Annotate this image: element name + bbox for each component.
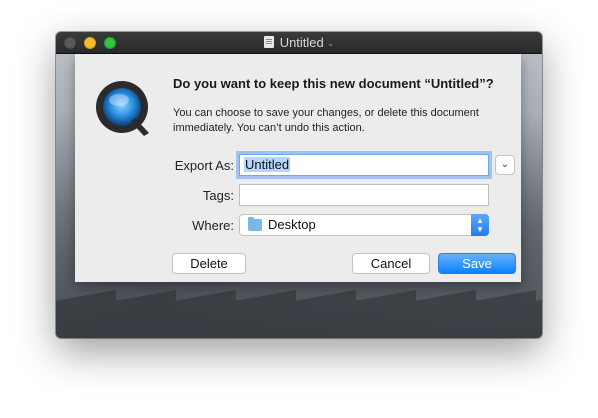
delete-button[interactable]: Delete xyxy=(172,253,246,274)
cancel-button[interactable]: Cancel xyxy=(352,253,430,274)
window-title[interactable]: Untitled ⌄ xyxy=(56,35,542,51)
export-as-field[interactable]: Untitled xyxy=(239,154,489,176)
tags-label: Tags: xyxy=(202,188,234,203)
folder-icon xyxy=(248,217,262,231)
export-as-label: Export As: xyxy=(174,158,234,173)
where-label: Where: xyxy=(192,218,234,233)
save-button[interactable]: Save xyxy=(438,253,516,274)
save-sheet: Do you want to keep this new document “U… xyxy=(75,54,521,282)
tags-field[interactable] xyxy=(239,184,489,206)
updown-arrows-icon: ▲ ▼ xyxy=(471,214,489,236)
quicktime-icon xyxy=(96,81,149,136)
where-value: Desktop xyxy=(268,217,316,232)
title-bar[interactable]: Untitled ⌄ xyxy=(56,32,542,54)
chevron-down-icon: ⌄ xyxy=(500,159,510,170)
window-title-text: Untitled xyxy=(279,35,324,50)
export-as-value: Untitled xyxy=(244,157,291,172)
expand-button[interactable]: ⌄ xyxy=(495,155,515,175)
chevron-down-icon: ⌄ xyxy=(326,38,335,48)
where-popup[interactable]: Desktop ▲ ▼ xyxy=(239,214,489,236)
dialog-heading: Do you want to keep this new document “U… xyxy=(173,76,494,91)
dialog-message: You can choose to save your changes, or … xyxy=(173,107,479,134)
document-icon xyxy=(263,36,274,48)
